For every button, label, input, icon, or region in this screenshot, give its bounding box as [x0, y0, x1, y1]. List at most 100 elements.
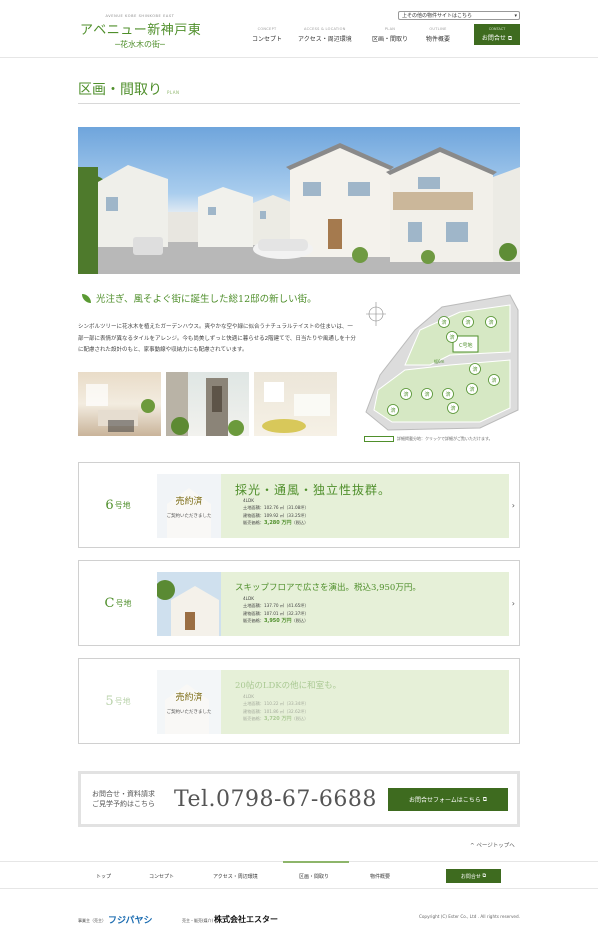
house-thumbnail	[157, 572, 221, 636]
nav-access-label: アクセス・周辺環境	[298, 36, 352, 43]
exterior-illustration	[166, 372, 244, 436]
plan-spec: 4LDK 土地面積：110.22 ㎡（33.34坪） 建物面積：101.86 ㎡…	[243, 694, 309, 723]
legend-swatch	[364, 436, 394, 442]
site-footer: 事業主（売主） フジパヤシ 売主・販売(媒介) 株式会社エスター Copyrig…	[0, 905, 598, 935]
living-room-photo	[78, 372, 161, 436]
plan-info: 20帖のLDKの他に和室も。 4LDK 土地面積：110.22 ㎡（33.34坪…	[221, 670, 509, 734]
copyright: Copyright (C) Ester Co., Ltd . All right…	[418, 914, 520, 919]
lot-number: 5 号地	[105, 693, 131, 709]
hero-image	[78, 127, 520, 274]
external-link-icon: ⧉	[482, 795, 488, 803]
compass-icon	[366, 302, 386, 326]
title-divider	[78, 103, 520, 104]
plan-headline: スキップフロアで広さを演出。税込3,950万円。	[235, 583, 421, 593]
svg-text:済: 済	[441, 319, 446, 326]
living-room-illustration	[86, 384, 155, 432]
logo-japanese: アベニュー新神戸東	[80, 23, 202, 38]
nav-outline[interactable]: OUTLINE 物件概要	[426, 27, 450, 43]
house-thumbnail: 売約済 ご契約いただきました	[157, 474, 221, 538]
plan-headline: 20帖のLDKの他に和室も。	[235, 681, 342, 691]
nav-plan[interactable]: PLAN 区画・間取り	[372, 27, 408, 43]
sold-label: 売約済	[175, 692, 203, 703]
svg-text:済: 済	[390, 407, 395, 414]
section-title-ja: 区画・間取り	[78, 82, 162, 98]
bedroom-illustration	[262, 382, 330, 433]
lot-number: 6 号地	[105, 497, 131, 513]
nav-contact-label: お問合せ ⧉	[481, 34, 513, 42]
svg-text:済: 済	[488, 319, 493, 326]
contact-band: お問合せ・資料請求 ご見学予約はこちら Tel.0798-67-6688 お問合…	[78, 771, 520, 827]
nav-contact-button[interactable]: CONTACT お問合せ ⧉	[474, 24, 520, 45]
sold-overlay: 売約済 ご契約いただきました	[157, 670, 221, 734]
nav-concept-en: CONCEPT	[257, 27, 277, 31]
footer-nav: トップ コンセプト アクセス・周辺環境 区画・間取り 物件概要 お問合せ ⧉	[0, 861, 598, 889]
agent-logo: 株式会社エスター	[214, 915, 278, 924]
svg-text:済: 済	[465, 319, 470, 326]
lot-layout-map: C号地 幅6m 済済済 済 済済済 済済済 済済	[365, 294, 519, 431]
svg-text:済: 済	[445, 391, 450, 398]
plan-info: スキップフロアで広さを演出。税込3,950万円。 4LDK 土地面積：137.7…	[221, 572, 509, 636]
seller-logo: フジパヤシ	[108, 916, 153, 926]
nav-concept[interactable]: CONCEPT コンセプト	[252, 27, 282, 43]
agent-label: 売主・販売(媒介)	[182, 918, 214, 923]
external-link-icon: ⧉	[482, 873, 487, 879]
catch-text: 光注ぎ、風そよぐ街に誕生した総12邸の新しい街。	[96, 294, 317, 305]
plan-card-5[interactable]: 5 号地 売約済 ご契約いただきました 20帖のLDKの他に和室も。 4LDK 土…	[78, 658, 520, 744]
lot-c-label: C号地	[459, 342, 473, 349]
description-text: シンボルツリーに花水木を植えたガーデンハウス。爽やかな空や緑に似合うナチュラルテ…	[78, 324, 356, 353]
page-top-link[interactable]: ^ ページトップへ	[470, 841, 515, 849]
house-thumbnail-illustration	[157, 572, 221, 636]
nav-plan-label: 区画・間取り	[372, 36, 409, 43]
footer-nav-access[interactable]: アクセス・周辺環境	[213, 873, 258, 880]
chevron-right-icon: ›	[511, 599, 515, 608]
hero-houses-illustration	[78, 143, 520, 274]
logo-english: AVENUE KOBE SHINKOBE EAST	[105, 14, 175, 18]
plan-card-6[interactable]: 6 号地 売約済 ご契約いただきました 採光・通風・独立性抜群。 4LDK 土地面…	[78, 462, 520, 548]
svg-text:済: 済	[469, 386, 474, 393]
sold-sublabel: ご契約いただきました	[166, 709, 212, 715]
bedroom-photo	[254, 372, 337, 436]
svg-text:済: 済	[472, 366, 477, 373]
site-map[interactable]: C号地 幅6m 済済済 済 済済済 済済済 済済	[360, 290, 520, 432]
footer-nav-outline[interactable]: 物件概要	[370, 873, 390, 880]
sold-overlay: 売約済 ご契約いただきました	[157, 474, 221, 538]
catch-copy: 光注ぎ、風そよぐ街に誕生した総12邸の新しい街。	[82, 291, 317, 305]
lot-number: C 号地	[104, 595, 132, 611]
plan-spec: 4LDK 土地面積：102.76 ㎡（31.08坪） 建物面積：109.92 ㎡…	[243, 498, 309, 527]
footer-nav-plan[interactable]: 区画・間取り	[299, 873, 329, 880]
contact-lead: お問合せ・資料請求 ご見学予約はこちら	[92, 790, 155, 808]
nav-concept-label: コンセプト	[252, 36, 283, 43]
logo-subtitle: ─花水木の街─	[115, 40, 165, 49]
footer-nav-top[interactable]: トップ	[96, 873, 111, 880]
sold-sublabel: ご契約いただきました	[166, 513, 212, 519]
seller-label: 事業主（売主）	[78, 918, 106, 923]
legend-text: 詳細掲載分地：クリックで詳細がご覧いただけます。	[397, 436, 493, 441]
sold-label: 売約済	[175, 496, 203, 507]
svg-text:済: 済	[449, 334, 454, 341]
leaf-icon	[82, 293, 91, 303]
chevron-down-icon: ▾	[514, 13, 517, 19]
svg-text:済: 済	[491, 377, 496, 384]
svg-text:済: 済	[424, 391, 429, 398]
section-title-en: PLAN	[167, 90, 180, 95]
plan-card-c[interactable]: C 号地 スキップフロアで広さを演出。税込3,950万円。 4LDK 土地面積：1…	[78, 560, 520, 646]
site-logo[interactable]: AVENUE KOBE SHINKOBE EAST アベニュー新神戸東 ─花水木…	[80, 14, 202, 50]
select-value: 上その他の物件サイトはこちら	[402, 13, 473, 19]
other-properties-select[interactable]: 上その他の物件サイトはこちら ▾	[398, 11, 520, 20]
svg-text:幅6m: 幅6m	[434, 358, 445, 364]
nav-contact-en: CONTACT	[488, 26, 506, 31]
footer-contact-button[interactable]: お問合せ ⧉	[446, 869, 501, 883]
nav-outline-en: OUTLINE	[429, 27, 447, 31]
nav-plan-en: PLAN	[384, 27, 396, 31]
plan-spec: 4LDK 土地面積：137.70 ㎡（41.65坪） 建物面積：107.01 ㎡…	[243, 596, 309, 625]
current-indicator	[283, 861, 349, 863]
map-legend: 詳細掲載分地：クリックで詳細がご覧いただけます。	[364, 436, 493, 442]
phone-number[interactable]: Tel.0798-67-6688	[174, 787, 377, 812]
footer-nav-concept[interactable]: コンセプト	[149, 873, 174, 880]
contact-form-button[interactable]: お問合せフォームはこちら ⧉	[388, 788, 508, 811]
external-link-icon: ⧉	[507, 34, 513, 42]
site-header: AVENUE KOBE SHINKOBE EAST アベニュー新神戸東 ─花水木…	[0, 0, 598, 58]
chevron-right-icon: ›	[511, 501, 515, 510]
plan-info: 採光・通風・独立性抜群。 4LDK 土地面積：102.76 ㎡（31.08坪） …	[221, 474, 509, 538]
nav-access[interactable]: ACCESS & LOCATION アクセス・周辺環境	[298, 27, 352, 43]
